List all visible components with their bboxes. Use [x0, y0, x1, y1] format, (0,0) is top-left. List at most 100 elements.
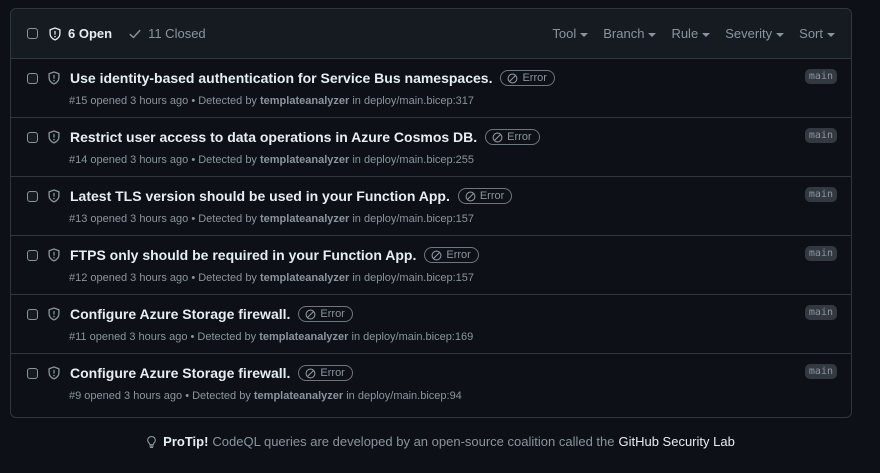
severity-label: Error: [446, 249, 471, 261]
github-security-lab-link[interactable]: GitHub Security Lab: [618, 434, 734, 449]
filter-menu-bar: Tool Branch Rule Severity Sort: [537, 26, 835, 41]
tool-filter-label: Tool: [552, 26, 577, 41]
rule-filter-label: Rule: [671, 26, 699, 41]
severity-filter[interactable]: Severity: [725, 26, 785, 41]
alert-title[interactable]: Latest TLS version should be used in you…: [70, 188, 450, 204]
alert-title-line: Configure Azure Storage firewall. Error: [27, 306, 353, 322]
stop-icon: [305, 309, 316, 319]
alert-row[interactable]: Latest TLS version should be used in you…: [11, 177, 851, 236]
alert-author[interactable]: templateanalyzer: [260, 272, 349, 284]
alert-title[interactable]: Configure Azure Storage firewall.: [70, 306, 290, 322]
alert-meta-prefix: #14 opened 3 hours ago • Detected by: [69, 154, 257, 166]
shield-icon: [49, 26, 61, 41]
alert-row[interactable]: Restrict user access to data operations …: [11, 118, 851, 177]
alert-meta-in: in: [352, 213, 361, 225]
alert-title-line: Configure Azure Storage firewall. Error: [27, 365, 353, 381]
alert-row[interactable]: FTPS only should be required in your Fun…: [11, 236, 851, 295]
alert-meta-prefix: #15 opened 3 hours ago • Detected by: [69, 95, 257, 107]
closed-alerts-tab[interactable]: 11 Closed: [128, 26, 206, 41]
alert-row[interactable]: Configure Azure Storage firewall. Error #1…: [11, 295, 851, 354]
alert-meta-in: in: [352, 154, 361, 166]
alert-row[interactable]: Use identity-based authentication for Se…: [11, 59, 851, 118]
alert-meta-prefix: #12 opened 3 hours ago • Detected by: [69, 272, 257, 284]
stop-icon: [431, 250, 442, 260]
shield-icon: [48, 366, 60, 380]
tool-filter[interactable]: Tool: [552, 26, 589, 41]
open-alerts-tab[interactable]: 6 Open: [48, 26, 112, 41]
sort-filter[interactable]: Sort: [799, 26, 835, 41]
alert-meta: #9 opened 3 hours ago • Detected by temp…: [69, 390, 462, 402]
alert-checkbox[interactable]: [27, 249, 38, 261]
alert-row[interactable]: Configure Azure Storage firewall. Error #9…: [11, 354, 851, 413]
alerts-header: 6 Open 11 Closed Tool Branch Rule Severi…: [11, 9, 851, 59]
alert-checkbox[interactable]: [27, 308, 38, 320]
severity-label: Error: [320, 308, 345, 320]
branch-filter-label: Branch: [603, 26, 645, 41]
branch-label[interactable]: main: [804, 305, 837, 320]
rule-filter[interactable]: Rule: [671, 26, 711, 41]
branch-label[interactable]: main: [804, 187, 837, 202]
alert-meta-in: in: [352, 272, 361, 284]
stop-icon: [492, 132, 503, 142]
alert-list: Use identity-based authentication for Se…: [11, 59, 851, 413]
alert-meta-in: in: [352, 95, 361, 107]
severity-badge: Error: [298, 306, 353, 322]
alert-author[interactable]: templateanalyzer: [260, 213, 349, 225]
shield-icon: [48, 189, 60, 203]
severity-badge: Error: [424, 247, 479, 263]
alert-author[interactable]: templateanalyzer: [260, 95, 349, 107]
alert-title[interactable]: FTPS only should be required in your Fun…: [70, 247, 416, 263]
alert-location[interactable]: deploy/main.bicep:157: [364, 213, 474, 225]
branch-label[interactable]: main: [804, 364, 837, 379]
alert-title-line: Use identity-based authentication for Se…: [27, 70, 555, 86]
alert-title[interactable]: Restrict user access to data operations …: [70, 129, 477, 145]
alert-title[interactable]: Configure Azure Storage firewall.: [70, 365, 290, 381]
caret-down-icon: [648, 32, 657, 37]
caret-down-icon: [776, 32, 785, 37]
alert-checkbox[interactable]: [27, 131, 38, 143]
check-icon: [129, 29, 141, 38]
severity-badge: Error: [485, 129, 540, 145]
alert-meta-prefix: #9 opened 3 hours ago • Detected by: [69, 390, 251, 402]
caret-down-icon: [827, 32, 835, 37]
alert-title-line: Latest TLS version should be used in you…: [27, 188, 513, 204]
shield-icon: [48, 71, 60, 85]
shield-icon: [48, 307, 60, 321]
stop-icon: [305, 368, 316, 378]
branch-filter[interactable]: Branch: [603, 26, 657, 41]
alert-checkbox[interactable]: [27, 367, 38, 379]
state-filters: 6 Open 11 Closed: [48, 26, 206, 41]
caret-down-icon: [702, 32, 711, 37]
open-count-label: 6 Open: [68, 26, 113, 41]
alert-meta: #13 opened 3 hours ago • Detected by tem…: [69, 213, 474, 225]
protip-label: ProTip!: [163, 434, 209, 449]
alert-meta-prefix: #11 opened 3 hours ago • Detected by: [69, 331, 257, 343]
alert-meta-in: in: [346, 390, 355, 402]
branch-label[interactable]: main: [804, 69, 837, 84]
alert-author[interactable]: templateanalyzer: [254, 390, 343, 402]
alert-title-line: FTPS only should be required in your Fun…: [27, 247, 479, 263]
alert-meta-in: in: [351, 331, 361, 343]
alert-location[interactable]: deploy/main.bicep:169: [363, 331, 473, 343]
alert-location[interactable]: deploy/main.bicep:157: [364, 272, 474, 284]
alert-checkbox[interactable]: [27, 72, 38, 84]
severity-badge: Error: [457, 188, 513, 204]
branch-label[interactable]: main: [804, 128, 837, 143]
alert-location[interactable]: deploy/main.bicep:317: [364, 95, 474, 107]
severity-label: Error: [507, 131, 532, 143]
alert-checkbox[interactable]: [27, 190, 38, 202]
alert-author[interactable]: templateanalyzer: [260, 154, 349, 166]
alert-meta: #15 opened 3 hours ago • Detected by tem…: [69, 95, 474, 107]
alert-author[interactable]: templateanalyzer: [259, 331, 348, 343]
alert-title-line: Restrict user access to data operations …: [27, 129, 540, 145]
branch-label[interactable]: main: [804, 246, 837, 261]
severity-label: Error: [522, 72, 547, 84]
alert-location[interactable]: deploy/main.bicep:255: [364, 154, 474, 166]
alert-title[interactable]: Use identity-based authentication for Se…: [70, 70, 492, 86]
sort-filter-label: Sort: [799, 26, 823, 41]
select-all-checkbox[interactable]: [27, 28, 38, 39]
severity-badge: Error: [298, 365, 353, 381]
shield-icon: [48, 248, 60, 262]
alert-meta: #11 opened 3 hours ago • Detected by tem…: [69, 331, 473, 343]
alert-location[interactable]: deploy/main.bicep:94: [358, 390, 462, 402]
